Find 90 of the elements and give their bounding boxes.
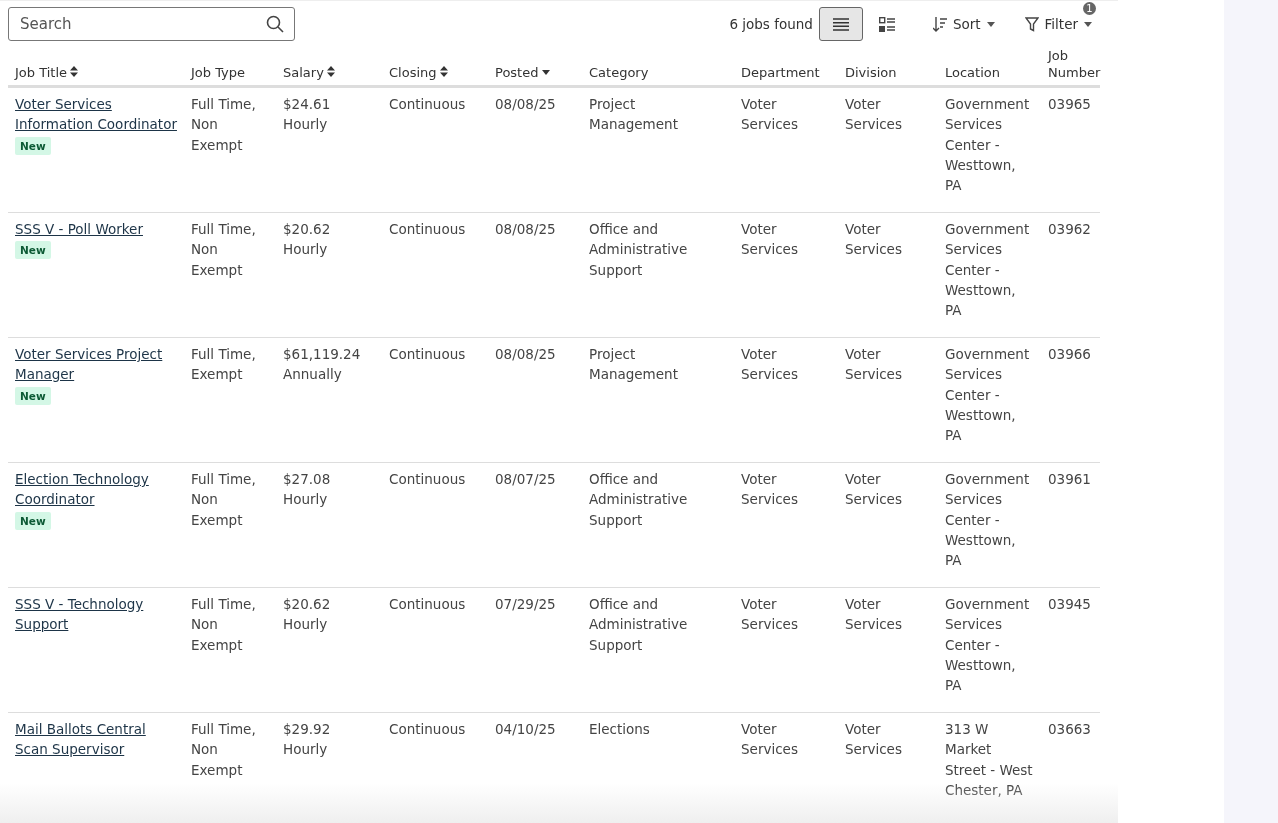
- sort-icon: [439, 66, 448, 77]
- new-badge: New: [15, 511, 51, 530]
- table-cell: Voter Services: [838, 212, 938, 338]
- job-title-link[interactable]: Voter Services Information Coordinator: [15, 94, 177, 135]
- job-title-link[interactable]: Voter Services Project Manager: [15, 344, 177, 385]
- job-title-link[interactable]: Mail Ballots Central Scan Supervisor: [15, 719, 177, 760]
- caret-down-icon: [986, 21, 995, 27]
- table-cell: Voter Services: [838, 86, 938, 213]
- table-cell: Full Time, Exempt: [184, 337, 276, 463]
- filter-icon: [1024, 16, 1039, 32]
- table-cell: Voter Services: [838, 712, 938, 823]
- table-cell: Project Management: [582, 86, 734, 213]
- table-cell: Voter Services: [734, 462, 838, 588]
- sort-icon: [326, 66, 335, 77]
- column-header[interactable]: Salary: [276, 41, 382, 87]
- list-icon: [832, 17, 849, 31]
- table-cell: 03961: [1041, 462, 1100, 588]
- table-cell: Voter Services: [734, 712, 838, 823]
- table-cell: Continuous: [382, 462, 488, 588]
- job-title-link[interactable]: SSS V - Poll Worker: [15, 219, 177, 240]
- table-cell: 03966: [1041, 337, 1100, 463]
- new-badge: New: [15, 136, 51, 155]
- grid-list-icon: [878, 16, 895, 32]
- table-cell: Government Services Center - Westtown, PA: [938, 337, 1041, 463]
- table-cell: $29.92 Hourly: [276, 712, 382, 823]
- table-cell: 07/29/25: [488, 587, 582, 713]
- table-cell: Elections: [582, 712, 734, 823]
- table-cell: 08/08/25: [488, 212, 582, 338]
- caret-down-icon: [542, 70, 551, 75]
- table-cell: Voter Services: [838, 587, 938, 713]
- column-header: Category: [582, 41, 734, 87]
- table-cell: Continuous: [382, 712, 488, 823]
- table-cell: 03962: [1041, 212, 1100, 338]
- table-cell: $20.62 Hourly: [276, 212, 382, 338]
- table-cell: $61,119.24 Annually: [276, 337, 382, 463]
- table-cell: $27.08 Hourly: [276, 462, 382, 588]
- table-cell: Continuous: [382, 86, 488, 213]
- caret-down-icon: [1084, 21, 1092, 27]
- job-title-link[interactable]: Election Technology Coordinator: [15, 469, 177, 510]
- column-header: Location: [938, 41, 1041, 87]
- column-header: Job Number: [1041, 41, 1100, 87]
- table-cell: 313 W Market Street - West Chester, PA: [938, 712, 1041, 823]
- search-icon: [266, 15, 284, 33]
- table-cell: Voter Services: [734, 337, 838, 463]
- column-header: Department: [734, 41, 838, 87]
- table-cell: Full Time, Non Exempt: [184, 86, 276, 213]
- table-cell: Voter Services: [838, 337, 938, 463]
- table-cell: Continuous: [382, 212, 488, 338]
- search-field[interactable]: Search: [8, 7, 295, 41]
- table-cell: 03945: [1041, 587, 1100, 713]
- table-cell: Office and Administrative Support: [582, 587, 734, 713]
- list-view-button[interactable]: [818, 7, 863, 41]
- results-count: 6 jobs found: [729, 16, 813, 32]
- table-cell: Voter Services: [734, 587, 838, 713]
- table-cell: 03663: [1041, 712, 1100, 823]
- table-cell: $20.62 Hourly: [276, 587, 382, 713]
- sort-button[interactable]: Sort: [924, 16, 1003, 32]
- table-cell: Full Time, Non Exempt: [184, 462, 276, 588]
- table-cell: 04/10/25: [488, 712, 582, 823]
- column-header[interactable]: Job Title: [8, 41, 184, 87]
- table-cell: Continuous: [382, 337, 488, 463]
- table-cell: 08/08/25: [488, 86, 582, 213]
- table-cell: Government Services Center - Westtown, PA: [938, 462, 1041, 588]
- table-cell: $24.61 Hourly: [276, 86, 382, 213]
- column-header: Job Type: [184, 41, 276, 87]
- table-cell: Voter Services: [838, 462, 938, 588]
- sort-icon: [70, 66, 79, 77]
- table-cell: Voter Services: [734, 212, 838, 338]
- new-badge: New: [15, 241, 51, 260]
- table-cell: Full Time, Non Exempt: [184, 712, 276, 823]
- table-cell: Continuous: [382, 587, 488, 713]
- table-cell: 08/07/25: [488, 462, 582, 588]
- table-cell: Government Services Center - Westtown, PA: [938, 86, 1041, 213]
- table-cell: Office and Administrative Support: [582, 212, 734, 338]
- column-header[interactable]: Posted: [488, 41, 582, 87]
- table-cell: Full Time, Non Exempt: [184, 212, 276, 338]
- sort-icon: [932, 16, 947, 32]
- table-cell: Full Time, Non Exempt: [184, 587, 276, 713]
- table-cell: Government Services Center - Westtown, PA: [938, 587, 1041, 713]
- table-cell: 08/08/25: [488, 337, 582, 463]
- column-header[interactable]: Closing: [382, 41, 488, 87]
- job-title-link[interactable]: SSS V - Technology Support: [15, 594, 177, 635]
- table-cell: Project Management: [582, 337, 734, 463]
- filter-count-badge: 1: [1083, 2, 1096, 15]
- table-cell: Office and Administrative Support: [582, 462, 734, 588]
- column-header: Division: [838, 41, 938, 87]
- table-cell: Voter Services: [734, 86, 838, 213]
- table-cell: Government Services Center - Westtown, PA: [938, 212, 1041, 338]
- new-badge: New: [15, 386, 51, 405]
- table-cell: 03965: [1041, 86, 1100, 213]
